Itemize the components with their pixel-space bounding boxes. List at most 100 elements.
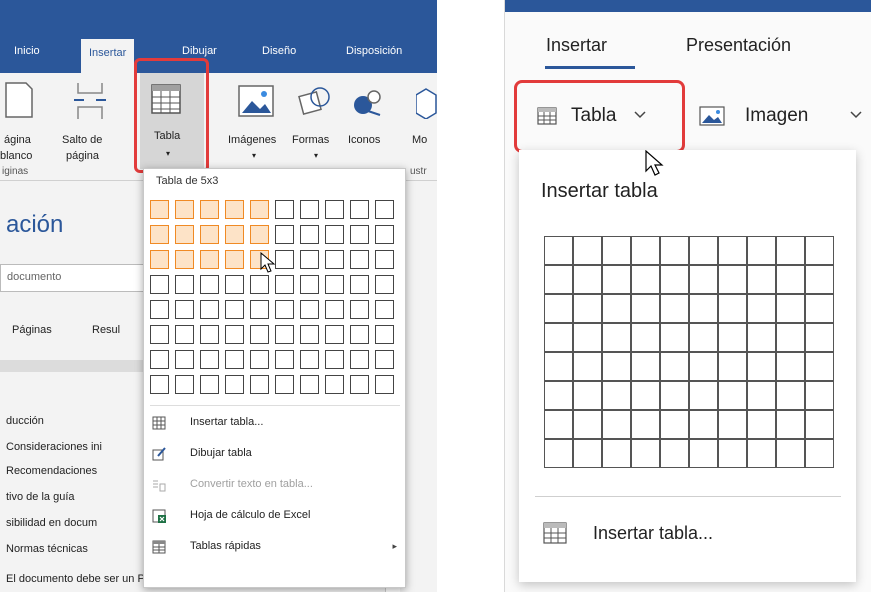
grid-cell[interactable]	[350, 350, 369, 369]
grid-cell[interactable]	[689, 352, 718, 381]
grid-cell[interactable]	[225, 275, 244, 294]
outline-item[interactable]: ducción	[6, 415, 44, 427]
grid-cell[interactable]	[805, 294, 834, 323]
grid-cell[interactable]	[689, 294, 718, 323]
grid-cell[interactable]	[718, 352, 747, 381]
outline-item[interactable]: Consideraciones ini	[6, 441, 102, 453]
search-input[interactable]: documento	[0, 264, 145, 292]
grid-cell[interactable]	[300, 350, 319, 369]
grid-cell[interactable]	[631, 439, 660, 468]
grid-cell[interactable]	[325, 200, 344, 219]
quick-tables-menu-item[interactable]: Tablas rápidas ▸	[152, 538, 397, 558]
grid-cell[interactable]	[150, 300, 169, 319]
grid-cell[interactable]	[747, 410, 776, 439]
tab-disposicion[interactable]: Disposición	[346, 45, 402, 57]
grid-cell[interactable]	[350, 275, 369, 294]
grid-cell[interactable]	[602, 410, 631, 439]
grid-cell[interactable]	[350, 300, 369, 319]
grid-cell[interactable]	[631, 323, 660, 352]
grid-cell[interactable]	[175, 225, 194, 244]
grid-cell[interactable]	[805, 439, 834, 468]
grid-cell[interactable]	[175, 250, 194, 269]
grid-cell[interactable]	[375, 200, 394, 219]
grid-cell[interactable]	[200, 250, 219, 269]
outline-item[interactable]: sibilidad en docum	[6, 517, 97, 529]
grid-cell[interactable]	[225, 250, 244, 269]
grid-cell[interactable]	[300, 225, 319, 244]
pane-scrollbar[interactable]	[0, 360, 145, 372]
grid-cell[interactable]	[175, 200, 194, 219]
grid-cell[interactable]	[375, 250, 394, 269]
grid-cell[interactable]	[660, 265, 689, 294]
grid-cell[interactable]	[602, 381, 631, 410]
grid-cell[interactable]	[689, 265, 718, 294]
grid-cell[interactable]	[573, 439, 602, 468]
grid-cell[interactable]	[325, 325, 344, 344]
grid-cell[interactable]	[805, 352, 834, 381]
grid-cell[interactable]	[776, 439, 805, 468]
grid-cell[interactable]	[718, 265, 747, 294]
images-button[interactable]: Imágenes ▾	[228, 81, 292, 181]
grid-cell[interactable]	[225, 200, 244, 219]
grid-cell[interactable]	[573, 323, 602, 352]
grid-cell[interactable]	[200, 200, 219, 219]
grid-cell[interactable]	[602, 323, 631, 352]
grid-cell[interactable]	[150, 275, 169, 294]
grid-cell[interactable]	[631, 236, 660, 265]
grid-cell[interactable]	[150, 350, 169, 369]
grid-cell[interactable]	[689, 323, 718, 352]
grid-cell[interactable]	[225, 375, 244, 394]
grid-cell[interactable]	[275, 225, 294, 244]
grid-cell[interactable]	[375, 225, 394, 244]
grid-cell[interactable]	[776, 352, 805, 381]
grid-cell[interactable]	[250, 225, 269, 244]
grid-cell[interactable]	[300, 250, 319, 269]
grid-cell[interactable]	[718, 323, 747, 352]
grid-cell[interactable]	[275, 300, 294, 319]
grid-cell[interactable]	[776, 410, 805, 439]
grid-cell[interactable]	[602, 352, 631, 381]
tab-pages[interactable]: Páginas	[12, 324, 52, 336]
grid-cell[interactable]	[631, 265, 660, 294]
grid-cell[interactable]	[225, 350, 244, 369]
grid-cell[interactable]	[747, 352, 776, 381]
grid-cell[interactable]	[776, 265, 805, 294]
grid-cell[interactable]	[776, 381, 805, 410]
grid-cell[interactable]	[718, 381, 747, 410]
grid-cell[interactable]	[175, 350, 194, 369]
grid-cell[interactable]	[225, 325, 244, 344]
grid-cell[interactable]	[689, 439, 718, 468]
grid-cell[interactable]	[150, 225, 169, 244]
grid-cell[interactable]	[544, 352, 573, 381]
grid-cell[interactable]	[689, 410, 718, 439]
grid-cell[interactable]	[747, 236, 776, 265]
grid-cell[interactable]	[747, 294, 776, 323]
grid-cell[interactable]	[573, 236, 602, 265]
grid-cell[interactable]	[275, 350, 294, 369]
grid-cell[interactable]	[225, 225, 244, 244]
grid-cell[interactable]	[375, 375, 394, 394]
grid-cell[interactable]	[805, 265, 834, 294]
image-button[interactable]: Imagen	[695, 96, 865, 136]
grid-cell[interactable]	[375, 300, 394, 319]
grid-cell[interactable]	[325, 225, 344, 244]
grid-cell[interactable]	[250, 300, 269, 319]
outline-item[interactable]: Recomendaciones	[6, 465, 97, 477]
grid-cell[interactable]	[175, 325, 194, 344]
grid-cell[interactable]	[275, 375, 294, 394]
grid-cell[interactable]	[660, 236, 689, 265]
grid-cell[interactable]	[573, 410, 602, 439]
grid-cell[interactable]	[805, 236, 834, 265]
grid-cell[interactable]	[350, 200, 369, 219]
grid-cell[interactable]	[175, 300, 194, 319]
grid-cell[interactable]	[747, 265, 776, 294]
grid-cell[interactable]	[660, 439, 689, 468]
page-break-button[interactable]: Salto de página	[60, 81, 120, 181]
grid-cell[interactable]	[200, 350, 219, 369]
tab-presentacion[interactable]: Presentación	[686, 35, 791, 56]
grid-cell[interactable]	[350, 325, 369, 344]
grid-cell[interactable]	[225, 300, 244, 319]
grid-cell[interactable]	[300, 200, 319, 219]
grid-cell[interactable]	[544, 323, 573, 352]
grid-cell[interactable]	[175, 375, 194, 394]
